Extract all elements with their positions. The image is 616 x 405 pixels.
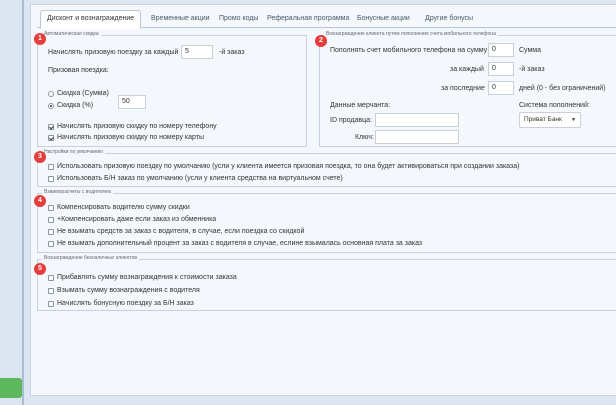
driver-settlement-legend: Взаиморасчеты с водителем bbox=[42, 189, 113, 195]
discount-percent-radio[interactable] bbox=[48, 103, 54, 109]
step-badge-2: 2 bbox=[315, 35, 327, 47]
topup-each-suffix: -й заказ bbox=[519, 66, 545, 73]
topup-system-select[interactable]: Приват Банк ▼ bbox=[519, 112, 581, 128]
compensate-discount-label: Компенсировать водителю сумму скидки bbox=[57, 204, 190, 211]
discount-sum-label: Скидка (Сумма) bbox=[57, 90, 109, 97]
discount-percent-input[interactable]: 50 bbox=[118, 95, 146, 109]
default-cashless-label: Использовать Б/Н заказ по умолчанию (усл… bbox=[57, 175, 343, 182]
no-extra-percent-label: Не взымать дополнительный процент за зак… bbox=[57, 240, 423, 247]
topup-amount-suffix: Сумма bbox=[519, 47, 541, 54]
step-badge-5: 5 bbox=[34, 263, 46, 275]
step-badge-3: 3 bbox=[34, 151, 46, 163]
discount-sum-radio[interactable] bbox=[48, 91, 54, 97]
tab-bonus-promotions[interactable]: Бонусные акции bbox=[357, 11, 410, 28]
bonus-ride-cashless-label: Начислять бонусную поездку за Б/Н заказ bbox=[57, 300, 194, 307]
accrue-suffix: -й заказ bbox=[219, 49, 245, 56]
no-charge-discount-label: Не взымать средств за заказ с водителя, … bbox=[57, 228, 305, 235]
chevron-down-icon: ▼ bbox=[571, 117, 576, 123]
no-extra-percent-checkbox[interactable] bbox=[48, 241, 54, 247]
cashless-rewards-section: Вознаграждение безналичных клиентов Приб… bbox=[37, 255, 616, 311]
key-input[interactable] bbox=[375, 130, 459, 144]
key-label: Ключ: bbox=[355, 134, 374, 141]
accrue-by-phone-label: Начислять призовую скидку по номеру теле… bbox=[57, 123, 217, 130]
settings-panel: Дисконт и вознаграждение Временные акции… bbox=[30, 4, 616, 396]
add-reward-to-price-checkbox[interactable] bbox=[48, 275, 54, 281]
add-reward-to-price-label: Прибавлять сумму вознаграждения к стоимо… bbox=[57, 274, 237, 281]
topup-system-label: Система пополнений: bbox=[519, 102, 590, 109]
accrue-prize-label: Начислять призовую поездку за каждый bbox=[48, 49, 179, 56]
tab-promo-codes[interactable]: Промо коды bbox=[219, 11, 258, 28]
seller-id-input[interactable] bbox=[375, 113, 459, 127]
topup-last-label: за последние bbox=[441, 85, 485, 92]
topup-amount-label: Пополнять счет мобильного телефона на су… bbox=[330, 47, 488, 54]
topup-amount-input[interactable]: 0 bbox=[488, 43, 514, 57]
topup-each-input[interactable]: 0 bbox=[488, 62, 514, 76]
charge-reward-driver-checkbox[interactable] bbox=[48, 288, 54, 294]
prize-ride-label: Призовая поездка: bbox=[48, 67, 109, 74]
bonus-ride-cashless-checkbox[interactable] bbox=[48, 301, 54, 307]
tab-other-bonuses[interactable]: Другие бонусы bbox=[425, 11, 473, 28]
topup-system-value: Приват Банк bbox=[524, 116, 562, 123]
merchant-data-label: Данные мерчанта: bbox=[330, 102, 391, 109]
step-badge-4: 4 bbox=[34, 195, 46, 207]
default-settings-legend: Настройки по умолчанию bbox=[42, 149, 105, 155]
default-cashless-checkbox[interactable] bbox=[48, 176, 54, 182]
compensate-exchange-checkbox[interactable] bbox=[48, 217, 54, 223]
tab-temporary-promotions[interactable]: Временные акции bbox=[151, 11, 210, 28]
auto-discount-legend: Автоматическая скидка bbox=[42, 31, 101, 37]
compensate-discount-checkbox[interactable] bbox=[48, 205, 54, 211]
tab-referral-program[interactable]: Реферальная программа bbox=[267, 11, 349, 28]
step-badge-1: 1 bbox=[34, 33, 46, 45]
accrue-by-card-label: Начислять призовую скидку по номеру карт… bbox=[57, 134, 204, 141]
accrue-every-input[interactable]: 5 bbox=[181, 45, 213, 59]
charge-reward-driver-label: Взымать сумму вознаграждения с водителя bbox=[57, 287, 200, 294]
default-prize-ride-label: Использовать призовую поездку по умолчан… bbox=[57, 163, 520, 170]
cashless-rewards-legend: Вознаграждение безналичных клиентов bbox=[42, 255, 140, 261]
default-prize-ride-checkbox[interactable] bbox=[48, 164, 54, 170]
tab-discount-reward[interactable]: Дисконт и вознаграждение bbox=[40, 10, 142, 29]
tab-bar: Дисконт и вознаграждение Временные акции… bbox=[37, 8, 616, 29]
accrue-by-phone-checkbox[interactable] bbox=[48, 124, 54, 130]
sidebar-green-button[interactable] bbox=[0, 378, 22, 398]
compensate-exchange-label: +Компенсировать даже если заказ из обмен… bbox=[57, 216, 217, 223]
discount-percent-label: Скидка (%) bbox=[57, 102, 94, 109]
topup-last-input[interactable]: 0 bbox=[488, 81, 514, 95]
topup-last-suffix: дней (0 - без ограничений) bbox=[519, 85, 606, 92]
seller-id-label: ID продавца: bbox=[330, 117, 372, 124]
default-settings-section: Настройки по умолчанию Использовать приз… bbox=[37, 149, 616, 187]
no-charge-discount-checkbox[interactable] bbox=[48, 229, 54, 235]
mobile-topup-legend: Вознаграждение клиента путем пополнения … bbox=[324, 31, 498, 37]
auto-discount-section: Автоматическая скидка Начислять призовую… bbox=[37, 31, 307, 147]
left-sidebar bbox=[0, 0, 24, 405]
mobile-topup-section: Вознаграждение клиента путем пополнения … bbox=[319, 31, 616, 147]
topup-each-label: за каждый bbox=[450, 66, 484, 73]
driver-settlement-section: Взаиморасчеты с водителем Компенсировать… bbox=[37, 189, 616, 253]
accrue-by-card-checkbox[interactable] bbox=[48, 135, 54, 141]
